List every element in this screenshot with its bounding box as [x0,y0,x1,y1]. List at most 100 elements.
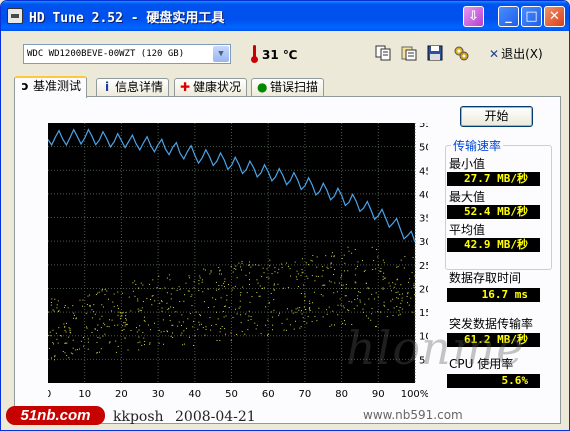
access-time-point [140,310,142,312]
access-time-point [161,301,163,303]
access-time-point [272,324,274,326]
access-time-point [336,291,338,293]
save-icon[interactable] [427,45,443,61]
access-time-point [258,295,260,297]
access-time-point [337,314,339,316]
access-time-point [356,298,358,300]
access-time-point [340,284,342,286]
access-time-point [307,277,309,279]
access-time-point [293,328,295,330]
access-time-point [91,331,93,333]
tab-bar: ↄ 基准测试 i 信息详情 ✚ 健康状况 ● 错误扫描 [14,76,564,98]
maximize-button[interactable]: □ [521,6,542,27]
access-time-point [382,287,384,289]
download-button[interactable]: ⇩ [463,6,484,27]
access-time-point [407,293,409,295]
access-time-point [268,265,270,267]
access-time-point [150,298,152,300]
access-time-point [367,288,369,290]
x-tick-label: 80 [335,389,348,400]
access-time-point [334,268,336,270]
min-value: 27.7 MB/秒 [447,172,540,186]
access-time-point [303,306,305,308]
tab-error-scan[interactable]: ● 错误扫描 [251,78,325,97]
close-button[interactable]: ✕ [544,6,565,27]
transfer-rate-title: 传输速率 [451,137,504,154]
temperature-readout: 31 ℃ [262,48,298,62]
access-time-point [151,304,153,306]
access-time-point [198,290,200,292]
options-icon[interactable] [453,45,469,61]
access-time-point [375,268,377,270]
access-time-point [359,299,361,301]
access-time-point [267,319,269,321]
access-time-point [117,305,119,307]
access-time-point [123,322,125,324]
access-time-point [256,279,258,281]
access-time-point [210,271,212,273]
access-time-point [273,288,275,290]
access-time-point [192,326,194,328]
access-time-point [365,315,367,317]
access-time-point [204,269,206,271]
access-time-point [124,325,126,327]
title-bar[interactable]: HD Tune 2.52 - 硬盘实用工具 ⇩ _ □ ✕ [1,1,569,31]
access-time-point [180,324,182,326]
access-time-point [411,272,413,274]
access-time-point [248,263,250,265]
access-time-point [85,312,87,314]
access-time-point [241,262,243,264]
access-time-point [235,265,237,267]
chevron-down-icon[interactable]: ▼ [213,46,229,62]
access-time-point [158,342,160,344]
tab-health[interactable]: ✚ 健康状况 [174,78,248,97]
access-time-point [162,319,164,321]
access-time-point [398,309,400,311]
cpu-usage-value: 5.6% [447,374,540,388]
access-time-point [410,297,412,299]
access-time-point [333,255,335,257]
access-time-point [287,266,289,268]
access-time-point [170,306,172,308]
access-time-point [54,298,56,300]
access-time-point [362,260,364,262]
access-time-point [248,264,250,266]
start-button[interactable]: 开始 [460,106,533,127]
access-time-point [83,337,85,339]
access-time-point [101,290,103,292]
access-time-point [238,262,240,264]
copy-screenshot-icon[interactable] [401,45,417,61]
access-time-point [184,294,186,296]
minimize-button[interactable]: _ [498,6,519,27]
access-time-point [176,289,178,291]
access-time-point [168,274,170,276]
access-time-point [83,345,85,347]
access-time-point [323,284,325,286]
exit-button[interactable]: ✕ 退出(X) [489,45,543,63]
access-time-point [144,320,146,322]
access-time-point [172,337,174,339]
access-time-point [344,320,346,322]
access-time-point [248,279,250,281]
access-time-point [251,296,253,298]
tab-benchmark[interactable]: ↄ 基准测试 [14,76,88,98]
access-time-point [344,295,346,297]
access-time-point [52,342,54,344]
access-time-point [64,326,66,328]
access-time-point [154,322,156,324]
drive-select[interactable]: WDC WD1200BEVE-00WZT (120 GB) ▼ [23,44,231,64]
tab-info[interactable]: i 信息详情 [96,78,170,97]
access-time-point [73,314,75,316]
access-time-point [112,301,114,303]
access-time-point [322,270,324,272]
access-time-point [351,252,353,254]
access-time-point [139,341,141,343]
access-time-point [371,313,373,315]
access-time-point [345,287,347,289]
access-time-point [115,340,117,342]
access-time-point [111,310,113,312]
copy-icon[interactable] [375,45,391,61]
access-time-point [354,299,356,301]
access-time-point [239,294,241,296]
access-time-point [188,275,190,277]
